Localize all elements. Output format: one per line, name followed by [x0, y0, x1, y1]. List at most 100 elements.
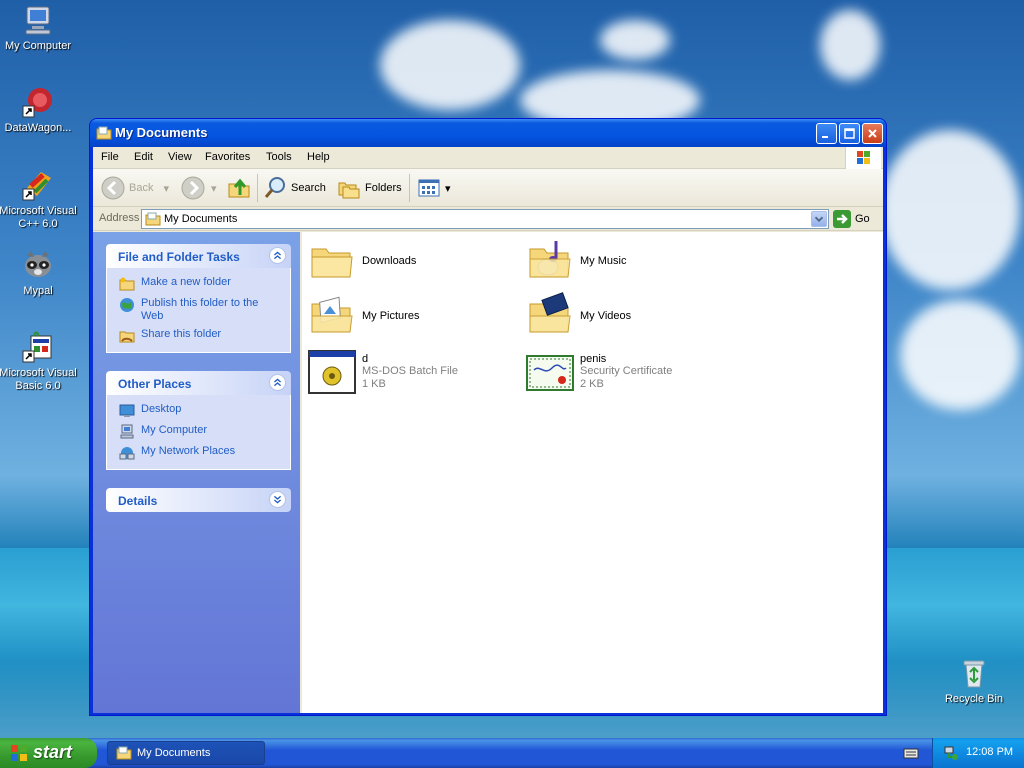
- folder-item-my-music[interactable]: My Music: [526, 237, 626, 285]
- address-input[interactable]: My Documents: [141, 209, 829, 229]
- menu-help[interactable]: Help: [307, 151, 330, 163]
- menu-file[interactable]: File: [101, 151, 119, 163]
- panel-body: Make a new folder Publish this folder to…: [106, 268, 291, 353]
- desktop-link[interactable]: Desktop: [119, 403, 280, 419]
- item-type: Security Certificate: [580, 365, 673, 377]
- desktop-icon-label: My Computer: [4, 40, 72, 52]
- file-item-d[interactable]: d MS-DOS Batch File 1 KB: [308, 348, 458, 396]
- desktop-icon-my-computer[interactable]: My Computer: [0, 3, 78, 53]
- my-computer-link[interactable]: My Computer: [119, 424, 280, 440]
- batch-file-icon: [308, 350, 356, 394]
- go-button[interactable]: Go: [833, 210, 870, 228]
- windows-logo-icon: [845, 147, 881, 169]
- file-item-certificate[interactable]: penis Security Certificate 2 KB: [526, 348, 672, 396]
- publish-folder-link[interactable]: Publish this folder to the Web: [119, 297, 280, 323]
- menu-bar: File Edit View Favorites Tools Help: [93, 147, 883, 169]
- minimize-button[interactable]: [816, 123, 837, 144]
- title-bar[interactable]: My Documents: [90, 119, 886, 147]
- other-places-panel: Other Places Desktop My Computer My Netw…: [106, 371, 291, 470]
- make-new-folder-link[interactable]: Make a new folder: [119, 276, 280, 292]
- item-size: 2 KB: [580, 378, 604, 390]
- folders-label: Folders: [365, 182, 402, 194]
- views-icon: [418, 179, 440, 197]
- chevron-down-icon: ▾: [211, 182, 217, 195]
- link-label: My Network Places: [141, 445, 236, 457]
- search-label: Search: [291, 182, 326, 194]
- cloud: [880, 130, 1020, 290]
- panel-header[interactable]: File and Folder Tasks: [106, 244, 291, 268]
- desktop-icon: [119, 404, 135, 417]
- forward-arrow-icon: [181, 176, 205, 200]
- item-type: MS-DOS Batch File: [362, 365, 458, 377]
- folder-icon: [116, 746, 132, 760]
- taskbar-item-my-documents[interactable]: My Documents: [107, 741, 265, 765]
- panel-title: File and Folder Tasks: [118, 250, 240, 264]
- datawagon-icon: [21, 85, 55, 119]
- windows-logo-icon: [11, 745, 27, 761]
- new-folder-icon: [119, 277, 135, 291]
- item-size: 1 KB: [362, 378, 386, 390]
- desktop-icon-label: Microsoft Visual C++ 6.0: [0, 205, 77, 230]
- raccoon-icon: [21, 248, 55, 282]
- folder-item-my-pictures[interactable]: My Pictures: [308, 292, 419, 340]
- link-label: Make a new folder: [141, 276, 231, 288]
- desktop-icon-visual-cpp[interactable]: Microsoft Visual C++ 6.0: [0, 168, 78, 231]
- share-folder-link[interactable]: Share this folder: [119, 328, 280, 344]
- address-dropdown-button[interactable]: [811, 211, 827, 227]
- start-button[interactable]: start: [0, 738, 97, 768]
- computer-icon: [21, 3, 55, 37]
- folder-item-downloads[interactable]: Downloads: [308, 237, 416, 285]
- taskbar-item-label: My Documents: [137, 747, 211, 759]
- menu-view[interactable]: View: [168, 151, 192, 163]
- menu-favorites[interactable]: Favorites: [205, 151, 250, 163]
- item-name: My Videos: [580, 310, 632, 322]
- views-button[interactable]: ▾: [417, 176, 451, 200]
- link-label: Publish this folder to the Web: [141, 297, 259, 322]
- item-text: penis Security Certificate 2 KB: [580, 353, 672, 391]
- link-label: Desktop: [141, 403, 182, 415]
- expand-icon[interactable]: [269, 491, 286, 508]
- folders-button[interactable]: Folders: [337, 176, 402, 200]
- toolbar-separator: [257, 174, 258, 202]
- chevron-down-icon: ▾: [445, 182, 451, 195]
- close-button[interactable]: [862, 123, 883, 144]
- details-panel: Details: [106, 488, 291, 512]
- keyboard-icon[interactable]: [903, 746, 919, 760]
- toolbar: Back ▾ ▾ Search Folders ▾: [93, 169, 883, 207]
- up-folder-icon: [228, 178, 250, 198]
- menu-tools[interactable]: Tools: [266, 151, 292, 163]
- panel-header[interactable]: Details: [106, 488, 291, 512]
- address-label: Address: [99, 212, 140, 224]
- clock[interactable]: 12:08 PM: [966, 746, 1013, 758]
- maximize-button[interactable]: [839, 123, 860, 144]
- link-label: Share this folder: [141, 328, 222, 340]
- collapse-icon[interactable]: [269, 247, 286, 264]
- folders-icon: [338, 182, 360, 199]
- item-name: penis: [580, 353, 607, 365]
- window-title: My Documents: [115, 125, 208, 140]
- desktop-icon-mypal[interactable]: Mypal: [0, 248, 78, 298]
- forward-button[interactable]: ▾: [181, 176, 217, 200]
- computer-icon: [120, 424, 134, 439]
- desktop-icon-recycle-bin[interactable]: Recycle Bin: [934, 656, 1014, 706]
- cloud: [820, 10, 880, 80]
- my-network-places-link[interactable]: My Network Places: [119, 445, 280, 461]
- search-button[interactable]: Search: [263, 176, 326, 200]
- item-name: Downloads: [362, 255, 417, 267]
- folder-icon: [96, 125, 112, 141]
- back-button[interactable]: Back ▾: [101, 176, 169, 200]
- cloud: [600, 20, 670, 60]
- folder-item-my-videos[interactable]: My Videos: [526, 292, 631, 340]
- desktop-icon-visual-basic[interactable]: Microsoft Visual Basic 6.0: [0, 330, 78, 393]
- desktop-icon-datawagon[interactable]: DataWagon...: [0, 85, 78, 135]
- start-label: start: [33, 742, 73, 762]
- network-connection-icon[interactable]: [943, 745, 959, 761]
- go-arrow-icon: [833, 210, 851, 228]
- panel-body: Desktop My Computer My Network Places: [106, 395, 291, 470]
- videos-folder-icon: [529, 292, 571, 333]
- item-text: d MS-DOS Batch File 1 KB: [362, 353, 458, 391]
- up-folder-button[interactable]: [227, 176, 251, 200]
- panel-header[interactable]: Other Places: [106, 371, 291, 395]
- collapse-icon[interactable]: [269, 374, 286, 391]
- menu-edit[interactable]: Edit: [134, 151, 153, 163]
